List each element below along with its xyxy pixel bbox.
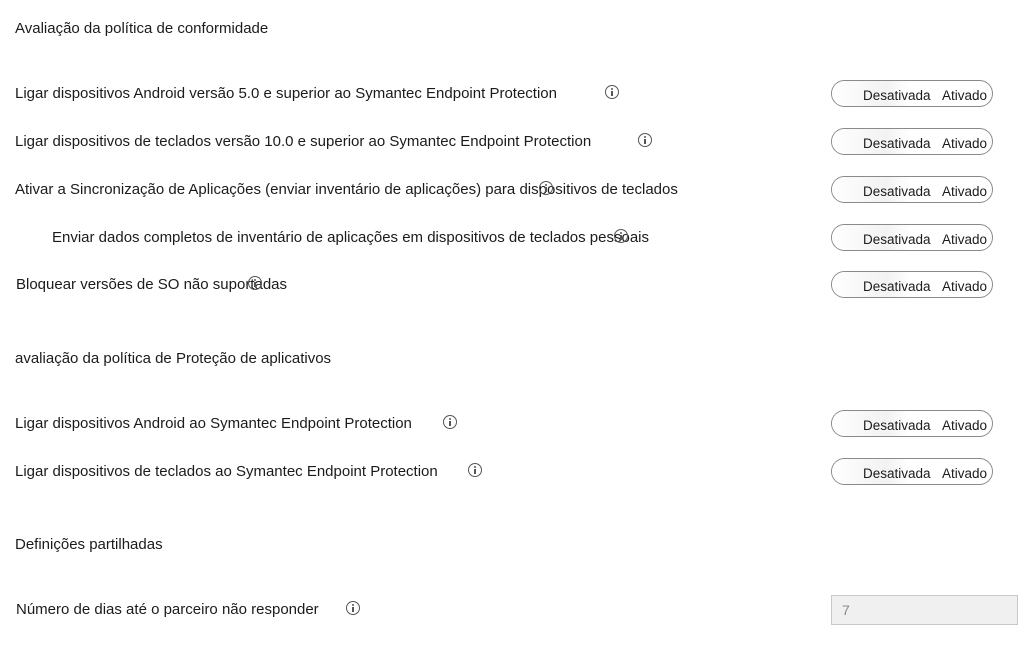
info-icon[interactable] xyxy=(638,133,652,147)
android-connect-toggle[interactable]: Desativada Ativado xyxy=(831,80,993,107)
toggle-on-option[interactable]: Ativado xyxy=(942,466,987,481)
android-connect-label: Ligar dispositivos Android versão 5.0 e … xyxy=(15,85,557,102)
toggle-off-option[interactable]: Desativada xyxy=(863,279,931,294)
days-unresponsive-label: Número de dias até o parceiro não respon… xyxy=(16,601,319,618)
toggle-on-option[interactable]: Ativado xyxy=(942,232,987,247)
info-icon[interactable] xyxy=(443,415,457,429)
keyboard-connect-label: Ligar dispositivos de teclados versão 10… xyxy=(15,133,592,150)
app-sync-toggle[interactable]: Desativada Ativado xyxy=(831,176,993,203)
toggle-off-option[interactable]: Desativada xyxy=(863,88,931,103)
keyboard-connect-toggle[interactable]: Desativada Ativado xyxy=(831,128,993,155)
info-icon[interactable] xyxy=(248,276,262,290)
app-protection-section-title: avaliação da política de Proteção de apl… xyxy=(15,350,332,367)
toggle-off-option[interactable]: Desativada xyxy=(863,466,931,481)
toggle-on-option[interactable]: Ativado xyxy=(942,279,987,294)
info-icon[interactable] xyxy=(614,229,628,243)
days-unresponsive-input[interactable] xyxy=(831,595,1018,625)
info-icon[interactable] xyxy=(468,463,482,477)
block-os-label: Bloquear versões de SO não suportadas xyxy=(16,276,288,293)
toggle-off-option[interactable]: Desativada xyxy=(863,184,931,199)
toggle-on-option[interactable]: Ativado xyxy=(942,88,987,103)
full-inventory-label: Enviar dados completos de inventário de … xyxy=(52,229,650,246)
app-protection-android-label: Ligar dispositivos Android ao Symantec E… xyxy=(15,415,412,432)
toggle-off-option[interactable]: Desativada xyxy=(863,418,931,433)
app-protection-keyboard-label: Ligar dispositivos de teclados ao Symant… xyxy=(15,463,438,480)
toggle-off-option[interactable]: Desativada xyxy=(863,232,931,247)
full-inventory-toggle[interactable]: Desativada Ativado xyxy=(831,224,993,251)
block-os-toggle[interactable]: Desativada Ativado xyxy=(831,271,993,298)
app-protection-android-toggle[interactable]: Desativada Ativado xyxy=(831,410,993,437)
toggle-on-option[interactable]: Ativado xyxy=(942,184,987,199)
shared-settings-section-title: Definições partilhadas xyxy=(15,536,163,553)
info-icon[interactable] xyxy=(539,181,553,195)
toggle-on-option[interactable]: Ativado xyxy=(942,136,987,151)
toggle-off-option[interactable]: Desativada xyxy=(863,136,931,151)
toggle-on-option[interactable]: Ativado xyxy=(942,418,987,433)
info-icon[interactable] xyxy=(346,601,360,615)
app-sync-label: Ativar a Sincronização de Aplicações (en… xyxy=(15,181,678,198)
app-protection-keyboard-toggle[interactable]: Desativada Ativado xyxy=(831,458,993,485)
compliance-section-title: Avaliação da política de conformidade xyxy=(15,20,269,37)
info-icon[interactable] xyxy=(605,85,619,99)
